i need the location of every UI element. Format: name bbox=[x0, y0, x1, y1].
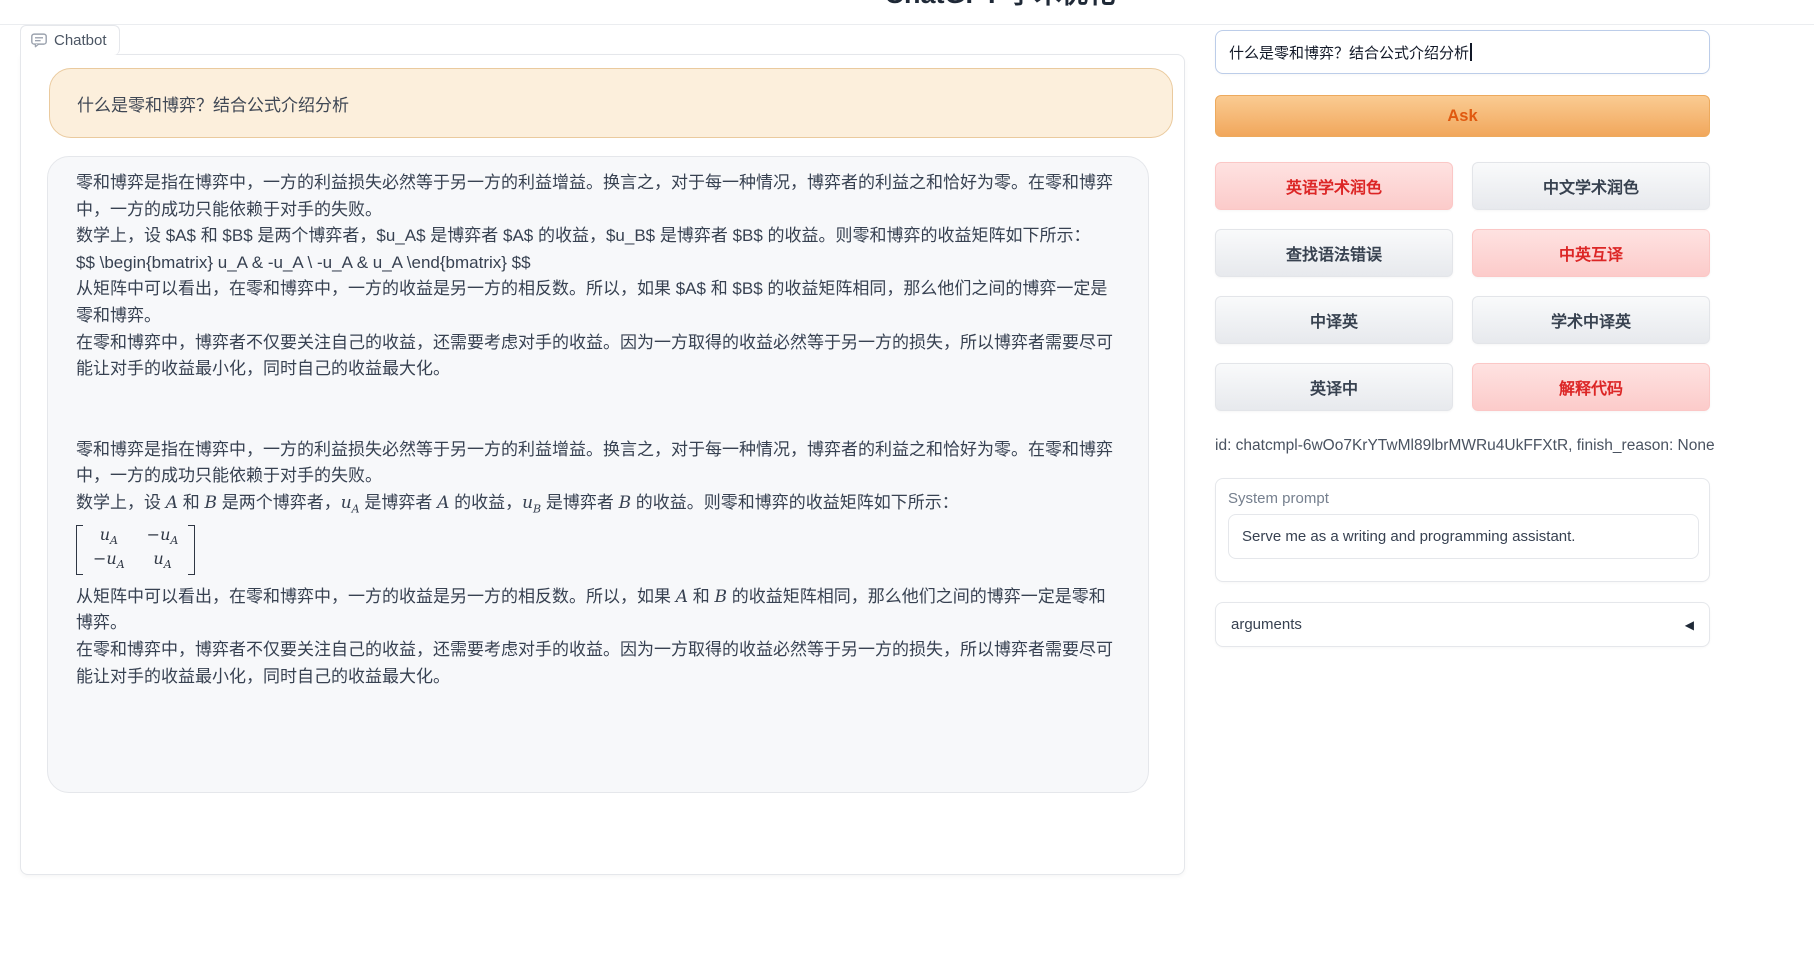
accordion-collapse-icon[interactable]: ◀ bbox=[1685, 618, 1694, 632]
chinese-academic-polish-button[interactable]: 中文学术润色 bbox=[1472, 162, 1710, 210]
zh-en-mutual-translation-button[interactable]: 中英互译 bbox=[1472, 229, 1710, 277]
math-symbol: uB bbox=[522, 493, 541, 513]
find-grammar-errors-button[interactable]: 查找语法错误 bbox=[1215, 229, 1453, 277]
chat-bubble-icon bbox=[31, 33, 47, 48]
chatbot-label-tab: Chatbot bbox=[20, 25, 120, 55]
bot-message-paragraph: 零和博弈是指在博弈中，一方的利益损失必然等于另一方的利益增益。换言之，对于每一种… bbox=[76, 437, 1118, 490]
paragraph-gap bbox=[76, 383, 1118, 437]
math-symbol: uA bbox=[100, 525, 118, 544]
math-symbol: B bbox=[714, 587, 727, 607]
system-prompt-value: Serve me as a writing and programming as… bbox=[1242, 528, 1575, 545]
status-line: id: chatcmpl-6wOo7KrYTwMl89lbrMWRu4UkFFX… bbox=[1215, 437, 1755, 455]
accordion-label: arguments bbox=[1231, 616, 1302, 633]
math-symbol: uA bbox=[153, 549, 171, 568]
math-symbol: −uA bbox=[147, 525, 179, 544]
text-caret bbox=[1470, 43, 1472, 61]
zh-to-en-button[interactable]: 中译英 bbox=[1215, 296, 1453, 344]
function-button-grid: 英语学术润色中文学术润色查找语法错误中英互译中译英学术中译英英译中解释代码 bbox=[1215, 162, 1710, 411]
page-title-clipped: ChatGPT 学术优化 bbox=[820, 0, 1180, 9]
english-academic-polish-button[interactable]: 英语学术润色 bbox=[1215, 162, 1453, 210]
bot-message-paragraph: 从矩阵中可以看出，在零和博弈中，一方的收益是另一方的相反数。所以，如果 A 和 … bbox=[76, 584, 1118, 637]
bot-message-paragraph: $$ \begin{bmatrix} u_A & -u_A \ -u_A & u… bbox=[76, 250, 1118, 277]
query-input[interactable]: 什么是零和博弈？结合公式介绍分析 bbox=[1215, 30, 1710, 74]
chatbot-label: Chatbot bbox=[54, 32, 107, 49]
system-prompt-input[interactable]: Serve me as a writing and programming as… bbox=[1228, 514, 1699, 559]
bot-message-paragraph: 数学上，设 $A$ 和 $B$ 是两个博弈者，$u_A$ 是博弈者 $A$ 的收… bbox=[76, 223, 1118, 250]
matrix-cells: uA −uA −uA uA bbox=[83, 525, 188, 575]
bot-message-paragraph: 在零和博弈中，博弈者不仅要关注自己的收益，还需要考虑对手的收益。因为一方取得的收… bbox=[76, 330, 1118, 383]
arguments-accordion[interactable]: arguments ◀ bbox=[1215, 602, 1710, 647]
bot-message-paragraph: 在零和博弈中，博弈者不仅要关注自己的收益，还需要考虑对手的收益。因为一方取得的收… bbox=[76, 637, 1118, 690]
explain-code-button[interactable]: 解释代码 bbox=[1472, 363, 1710, 411]
chatbot-panel: 什么是零和博弈？结合公式介绍分析 零和博弈是指在博弈中，一方的利益损失必然等于另… bbox=[20, 54, 1185, 875]
matrix-left-bracket bbox=[76, 525, 83, 575]
math-symbol: B bbox=[619, 493, 632, 513]
math-symbol: B bbox=[204, 493, 217, 513]
system-prompt-label: System prompt bbox=[1228, 490, 1697, 507]
user-message-text: 什么是零和博弈？结合公式介绍分析 bbox=[77, 91, 349, 116]
math-symbol: A bbox=[166, 493, 178, 513]
math-symbol: −uA bbox=[93, 549, 125, 568]
bot-message-paragraph: 零和博弈是指在博弈中，一方的利益损失必然等于另一方的利益增益。换言之，对于每一种… bbox=[76, 170, 1118, 223]
math-symbol: uA bbox=[341, 493, 360, 513]
bot-message-paragraph: 从矩阵中可以看出，在零和博弈中，一方的收益是另一方的相反数。所以，如果 $A$ … bbox=[76, 276, 1118, 329]
bot-message-paragraph: 数学上，设 A 和 B 是两个博弈者，uA 是博弈者 A 的收益，uB 是博弈者… bbox=[76, 490, 1118, 523]
system-prompt-group: System prompt Serve me as a writing and … bbox=[1215, 478, 1710, 582]
query-input-text: 什么是零和博弈？结合公式介绍分析 bbox=[1229, 42, 1469, 63]
ask-button[interactable]: Ask bbox=[1215, 95, 1710, 137]
bot-message-bubble: 零和博弈是指在博弈中，一方的利益损失必然等于另一方的利益增益。换言之，对于每一种… bbox=[47, 156, 1149, 793]
user-message-bubble: 什么是零和博弈？结合公式介绍分析 bbox=[49, 68, 1173, 138]
en-to-zh-button[interactable]: 英译中 bbox=[1215, 363, 1453, 411]
header-divider bbox=[0, 24, 1814, 25]
matrix-right-bracket bbox=[188, 525, 195, 575]
academic-zh-to-en-button[interactable]: 学术中译英 bbox=[1472, 296, 1710, 344]
math-symbol: A bbox=[437, 493, 449, 513]
math-symbol: A bbox=[676, 587, 688, 607]
payoff-matrix: uA −uA −uA uA bbox=[76, 525, 195, 575]
